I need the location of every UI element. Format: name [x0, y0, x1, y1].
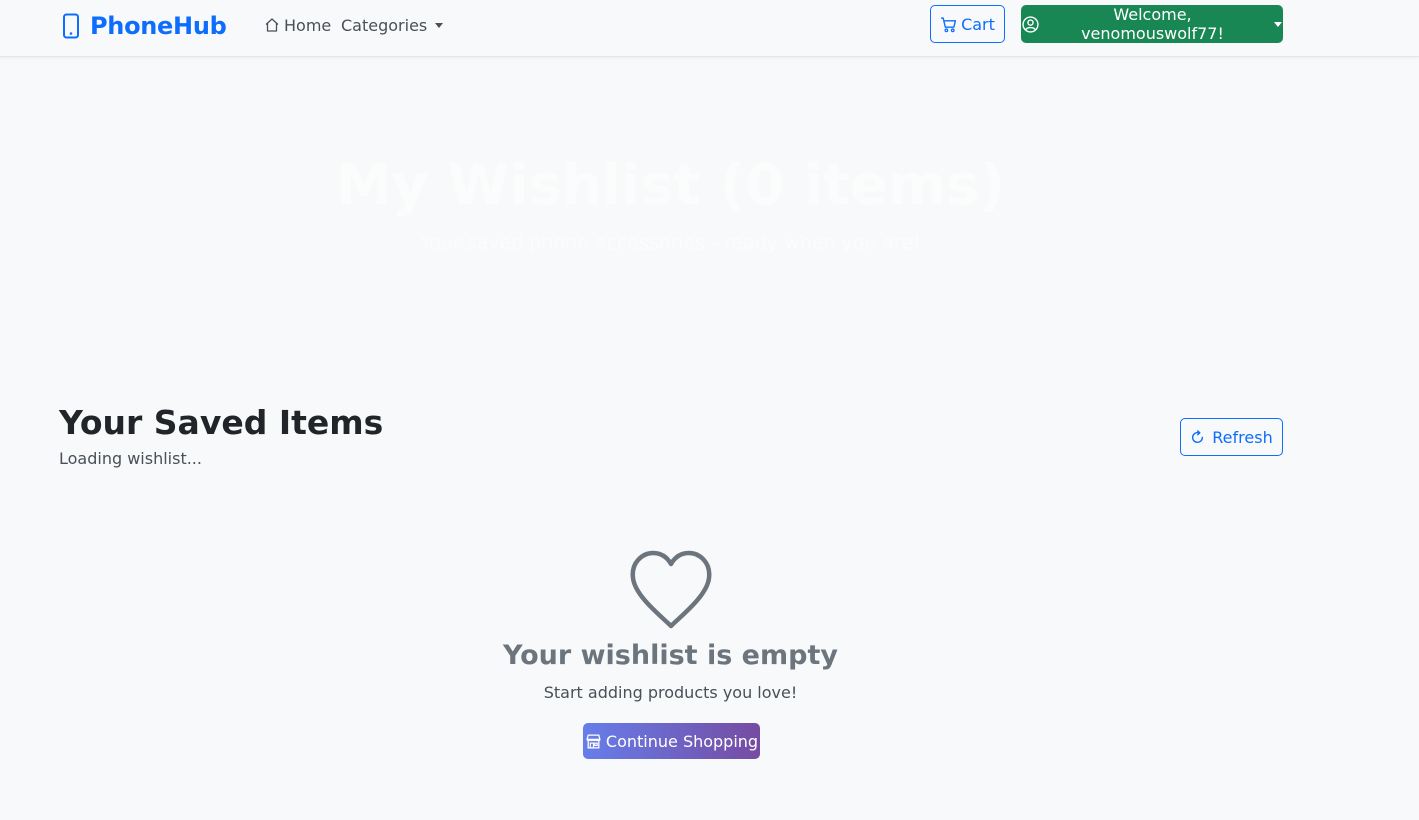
nav-home-label: Home: [284, 15, 332, 35]
hero-title: My Wishlist (0 items): [335, 153, 1006, 218]
loading-status: Loading wishlist...: [59, 449, 202, 468]
caret-down-icon: [435, 22, 444, 28]
continue-shopping-button[interactable]: Continue Shopping: [583, 723, 760, 759]
refresh-button[interactable]: Refresh: [1180, 418, 1283, 456]
nav-categories-label: Categories: [341, 15, 428, 35]
nav-home-link[interactable]: Home: [264, 13, 331, 37]
user-menu-button[interactable]: Welcome, venomouswolf77!: [1021, 5, 1283, 43]
section-title: Your Saved Items: [59, 403, 384, 442]
refresh-icon: [1190, 429, 1205, 445]
cart-icon: [940, 16, 957, 33]
empty-state-title: Your wishlist is empty: [503, 640, 838, 671]
house-icon: [264, 17, 280, 33]
continue-shopping-label: Continue Shopping: [605, 731, 759, 751]
phone-icon: [61, 13, 81, 39]
refresh-label: Refresh: [1212, 427, 1273, 447]
person-circle-icon: [1022, 15, 1039, 33]
shop-icon: [585, 733, 602, 750]
cart-label: Cart: [961, 14, 995, 34]
heart-icon: [629, 550, 713, 630]
empty-state-subtitle: Start adding products you love!: [543, 683, 798, 702]
nav-categories-dropdown[interactable]: Categories: [341, 13, 444, 37]
brand-link[interactable]: PhoneHub: [61, 11, 227, 41]
hero-subtitle: Your saved phone accessories - ready whe…: [420, 232, 921, 254]
caret-down-icon: [1274, 21, 1282, 27]
navbar: PhoneHub Home Categories Cart Welcome, v…: [0, 0, 1419, 57]
user-menu-label: Welcome, venomouswolf77!: [1081, 5, 1224, 43]
cart-button[interactable]: Cart: [930, 5, 1005, 43]
brand-name: PhoneHub: [90, 12, 227, 40]
